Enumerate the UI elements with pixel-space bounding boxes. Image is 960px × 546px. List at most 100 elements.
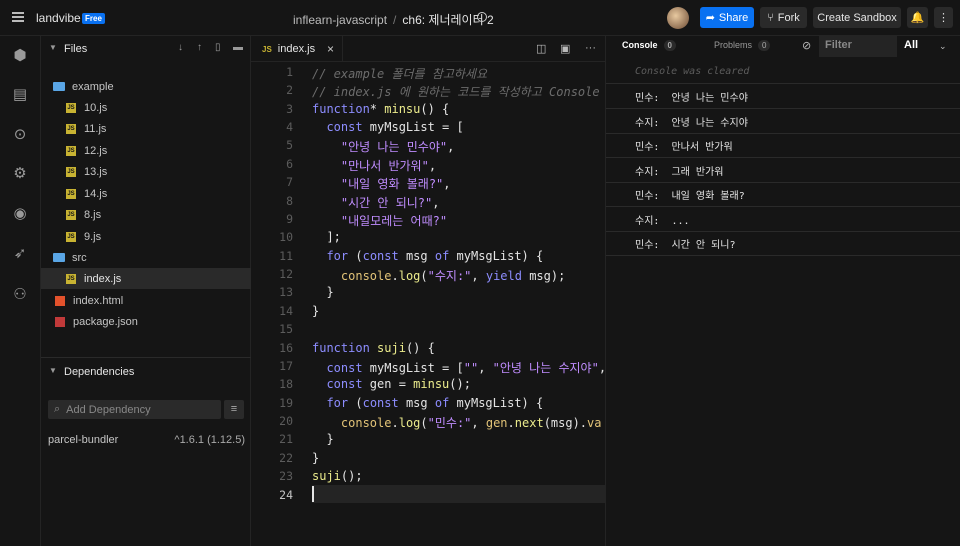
line-number: 16 bbox=[279, 341, 293, 355]
dependencies-header[interactable]: ▼ Dependencies bbox=[41, 358, 251, 384]
file-icon[interactable]: ▤ bbox=[11, 86, 29, 104]
console-tab-bar: Console 0 Problems 0 ⊘ Filter All ⌄ bbox=[606, 36, 960, 58]
dependency-row[interactable]: parcel-bundler ^1.6.1 (1.12.5) bbox=[48, 434, 245, 446]
line-number: 2 bbox=[286, 83, 293, 97]
tree-label: 9.js bbox=[84, 230, 102, 243]
npm-package-icon bbox=[55, 316, 65, 327]
tree-label: index.js bbox=[84, 272, 122, 285]
line-number: 6 bbox=[286, 157, 293, 171]
js-file-icon: JS bbox=[66, 273, 76, 284]
gear-icon[interactable]: ⚙ bbox=[11, 165, 29, 183]
globe-icon[interactable] bbox=[477, 12, 487, 22]
line-number: 11 bbox=[279, 249, 293, 263]
deploy-rocket-icon[interactable]: ➶ bbox=[11, 245, 29, 263]
tree-file[interactable]: JS 12.js bbox=[41, 140, 251, 161]
code-line: } bbox=[312, 432, 334, 446]
tree-file[interactable]: JS 8.js bbox=[41, 204, 251, 225]
more-options-icon[interactable]: ··· bbox=[585, 42, 596, 54]
breadcrumb-workspace[interactable]: inflearn-javascript bbox=[293, 13, 387, 27]
dependency-menu-icon[interactable]: ≡ bbox=[224, 400, 244, 419]
console-log-row: 수지: 그래 반가워 bbox=[606, 158, 960, 183]
new-folder-icon[interactable]: ▬ bbox=[233, 42, 243, 53]
create-sandbox-button[interactable]: Create Sandbox bbox=[813, 7, 901, 28]
fork-button[interactable]: ⑂ Fork bbox=[760, 7, 807, 28]
tab-index-js[interactable]: JS index.js × bbox=[251, 36, 343, 62]
folder-icon bbox=[53, 253, 65, 262]
code-line: // example 폴더를 참고하세요 bbox=[312, 67, 488, 81]
collapse-chevron-icon[interactable]: ▼ bbox=[49, 43, 57, 52]
github-icon[interactable]: ◉ bbox=[11, 205, 29, 223]
tab-label: Problems bbox=[714, 40, 753, 50]
close-icon[interactable]: × bbox=[327, 42, 334, 56]
activity-rail: ⬢ ▤ ⊙ ⚙ ◉ ➶ ⚇ bbox=[0, 36, 41, 546]
tab-console[interactable]: Console 0 bbox=[622, 40, 676, 51]
sandbox-icon[interactable]: ⬢ bbox=[11, 47, 29, 65]
share-label: Share bbox=[718, 11, 749, 24]
folder-icon bbox=[53, 82, 65, 91]
line-number: 17 bbox=[279, 359, 293, 373]
log-level-select[interactable]: All bbox=[904, 39, 918, 51]
split-view-icon[interactable]: ◫ bbox=[536, 42, 546, 55]
tree-label: src bbox=[72, 251, 87, 264]
tree-folder-src[interactable]: src bbox=[41, 247, 251, 268]
files-header[interactable]: ▼ Files ↓ ↑ ▯ ▬ bbox=[41, 36, 251, 62]
tab-label: Console bbox=[622, 40, 658, 50]
tab-problems[interactable]: Problems 0 bbox=[714, 40, 771, 51]
dependency-version[interactable]: ^1.6.1 (1.12.5) bbox=[174, 434, 245, 446]
tree-file[interactable]: JS 9.js bbox=[41, 226, 251, 247]
fork-label: Fork bbox=[777, 11, 800, 24]
code-line: function suji() { bbox=[312, 341, 435, 355]
tree-folder-example[interactable]: example bbox=[41, 76, 251, 97]
chevron-down-icon[interactable]: ⌄ bbox=[939, 41, 947, 52]
line-number: 13 bbox=[279, 285, 293, 299]
new-file-icon[interactable]: ▯ bbox=[215, 42, 221, 53]
notification-bell-icon[interactable]: 🔔 bbox=[907, 7, 928, 28]
workspace-brand[interactable]: landvibe bbox=[36, 11, 81, 25]
tree-file[interactable]: JS 14.js bbox=[41, 183, 251, 204]
line-number: 19 bbox=[279, 396, 293, 410]
download-icon[interactable]: ↓ bbox=[178, 42, 183, 53]
more-options-icon[interactable]: ⋮ bbox=[934, 7, 953, 28]
tree-label: 8.js bbox=[84, 208, 102, 221]
line-number: 9 bbox=[286, 212, 293, 226]
add-dependency-placeholder: Add Dependency bbox=[66, 403, 151, 416]
code-line: } bbox=[312, 285, 334, 299]
text-cursor bbox=[312, 486, 314, 502]
line-number: 15 bbox=[279, 322, 293, 336]
tree-file[interactable]: JS 13.js bbox=[41, 161, 251, 182]
code-line: } bbox=[312, 304, 320, 318]
code-line: function* minsu() { bbox=[312, 102, 450, 116]
tab-label: index.js bbox=[277, 43, 316, 55]
search-icon: ⌕ bbox=[54, 403, 61, 415]
upload-icon[interactable]: ↑ bbox=[197, 42, 202, 53]
line-number: 18 bbox=[279, 377, 293, 391]
code-line: for (const msg of myMsgList) { bbox=[326, 249, 544, 263]
code-line: "시간 안 되니?", bbox=[340, 196, 440, 210]
tree-file[interactable]: package.json bbox=[41, 311, 251, 332]
collapse-chevron-icon[interactable]: ▼ bbox=[49, 366, 57, 375]
tree-file-active[interactable]: JS index.js bbox=[41, 268, 251, 289]
code-line: const gen = minsu(); bbox=[326, 377, 471, 391]
tree-file[interactable]: JS 11.js bbox=[41, 118, 251, 139]
code-line: // index.js 에 원하는 코드를 작성하고 Console 탭 bbox=[312, 85, 606, 99]
code-line: const myMsgList = [ bbox=[326, 120, 464, 134]
clear-console-icon[interactable]: ⊘ bbox=[802, 39, 811, 52]
tree-file[interactable]: JS 10.js bbox=[41, 97, 251, 118]
console-log-row: 민수: 내일 영화 볼래? bbox=[606, 182, 960, 207]
tree-label: example bbox=[72, 80, 114, 93]
tree-file[interactable]: index.html bbox=[41, 290, 251, 311]
line-number: 21 bbox=[279, 432, 293, 446]
filter-input[interactable]: Filter bbox=[819, 36, 897, 57]
menu-icon[interactable] bbox=[12, 12, 24, 22]
code-area[interactable]: 1 2 3 4 5 6 7 8 9 10 11 12 13 14 15 16 1… bbox=[251, 63, 606, 546]
share-button[interactable]: ➦ Share bbox=[700, 7, 754, 28]
team-icon[interactable]: ⚇ bbox=[11, 286, 29, 304]
search-icon[interactable]: ⊙ bbox=[11, 126, 29, 144]
files-title: Files bbox=[64, 43, 88, 55]
code-line: for (const msg of myMsgList) { bbox=[326, 396, 544, 410]
avatar[interactable] bbox=[667, 7, 689, 29]
preview-icon[interactable]: ▣ bbox=[560, 42, 570, 55]
line-number: 7 bbox=[286, 175, 293, 189]
add-dependency-input[interactable]: ⌕ Add Dependency bbox=[48, 400, 221, 419]
tree-label: 14.js bbox=[84, 187, 108, 200]
